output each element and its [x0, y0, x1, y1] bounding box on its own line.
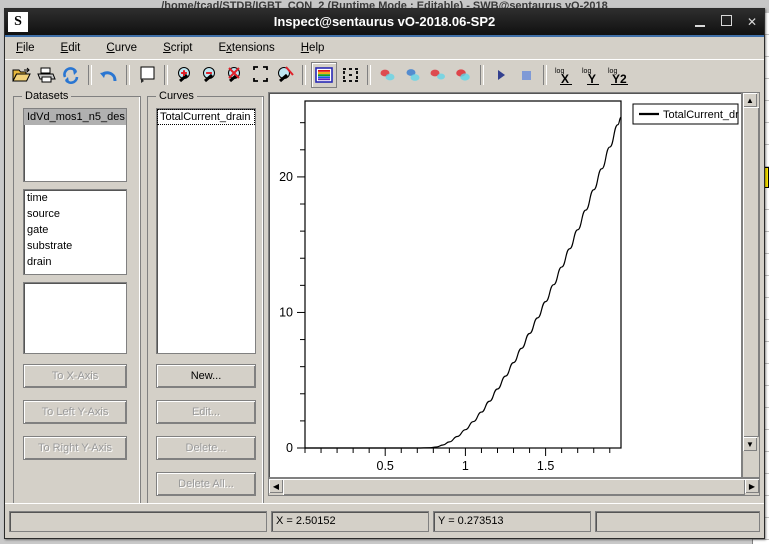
curves-panel-title: Curves	[156, 90, 197, 102]
toolbar-separator	[543, 65, 547, 85]
svg-text:10: 10	[279, 305, 293, 319]
zoom-fit-icon[interactable]	[248, 63, 272, 87]
color-palette-icon[interactable]	[311, 62, 337, 88]
curve-style-3-icon[interactable]	[426, 63, 450, 87]
open-folder-icon[interactable]	[9, 63, 33, 87]
status-extra-cell	[595, 510, 760, 532]
list-item[interactable]: TotalCurrent_drain	[157, 109, 255, 125]
list-item[interactable]: drain	[24, 254, 126, 270]
scroll-right-arrow[interactable]: ▶	[745, 479, 759, 493]
status-y-readout: Y = 0.273513	[433, 510, 591, 532]
refresh-icon[interactable]	[59, 63, 83, 87]
list-item[interactable]: substrate	[24, 238, 126, 254]
scroll-left-arrow[interactable]: ◀	[269, 479, 283, 493]
play-icon[interactable]	[489, 63, 513, 87]
delete-all-curves-button[interactable]: Delete All...	[156, 472, 256, 496]
curve-style-2-icon[interactable]	[401, 63, 425, 87]
undo-arrow-icon[interactable]	[97, 63, 121, 87]
datasets-variable-list[interactable]: time source gate substrate drain	[23, 189, 127, 275]
delete-curve-button[interactable]: Delete...	[156, 436, 256, 460]
menu-extensions[interactable]: Extensions	[215, 40, 277, 56]
svg-text:0: 0	[286, 441, 293, 455]
plot-horizontal-scrollbar[interactable]: ◀ ▶	[268, 478, 760, 496]
menu-curve[interactable]: Curve	[103, 40, 140, 56]
status-x-readout: X = 2.50152	[271, 510, 429, 532]
svg-text:1.5: 1.5	[537, 459, 554, 473]
svg-text:0.5: 0.5	[377, 459, 394, 473]
vscroll-thumb[interactable]	[743, 107, 759, 437]
svg-text:Y2: Y2	[612, 72, 627, 86]
background-row	[753, 540, 769, 544]
log-y-icon[interactable]: log Y	[579, 63, 605, 87]
select-rectangle-icon[interactable]	[135, 63, 159, 87]
maximize-icon[interactable]	[720, 15, 732, 29]
to-left-y-axis-button[interactable]: To Left Y-Axis	[23, 400, 127, 424]
scroll-up-arrow[interactable]: ▲	[743, 93, 757, 107]
svg-text:20: 20	[279, 170, 293, 184]
datasets-panel: Datasets IdVd_mos1_n5_des time source ga…	[13, 90, 141, 508]
statusbar: X = 2.50152 Y = 0.273513	[5, 503, 764, 538]
svg-text:X: X	[561, 72, 569, 86]
curve-style-1-icon[interactable]	[376, 63, 400, 87]
list-item[interactable]: gate	[24, 222, 126, 238]
grid-toggle-icon[interactable]	[338, 63, 362, 87]
to-right-y-axis-button[interactable]: To Right Y-Axis	[23, 436, 127, 460]
curves-list[interactable]: TotalCurrent_drain	[156, 108, 256, 354]
log-x-icon[interactable]: log X	[552, 63, 578, 87]
toolbar: log X log Y log Y2	[5, 59, 764, 91]
stipple-icon[interactable]	[514, 63, 538, 87]
plot-svg: 0.5 1 1.5 0 10 20 TotalCurrent_drain	[279, 100, 741, 473]
plot-canvas[interactable]: 0.5 1 1.5 0 10 20 TotalCurrent_drain	[268, 92, 742, 478]
list-item[interactable]: source	[24, 206, 126, 222]
curve-style-4-icon[interactable]	[451, 63, 475, 87]
svg-text:Y: Y	[588, 72, 596, 86]
toolbar-separator	[164, 65, 168, 85]
scroll-down-arrow[interactable]: ▼	[743, 437, 757, 451]
zoom-out-icon[interactable]	[198, 63, 222, 87]
main-content: Datasets IdVd_mos1_n5_des time source ga…	[5, 88, 764, 508]
toolbar-separator	[367, 65, 371, 85]
close-icon[interactable]: ✕	[746, 15, 758, 29]
hscroll-thumb[interactable]	[283, 479, 745, 495]
menu-script[interactable]: Script	[160, 40, 195, 56]
svg-text:1: 1	[462, 459, 469, 473]
toolbar-separator	[126, 65, 130, 85]
log-y2-icon[interactable]: log Y2	[606, 63, 636, 87]
zoom-area-icon[interactable]	[273, 63, 297, 87]
app-root: /home/tcad/STDB/IGBT_CON_2 (Runtime Mode…	[0, 0, 769, 544]
datasets-panel-title: Datasets	[22, 90, 72, 102]
inspect-window: S Inspect@sentaurus vO-2018.06-SP2 ✕ Fil…	[4, 8, 765, 539]
list-item[interactable]: IdVd_mos1_n5_des	[24, 109, 126, 125]
zoom-in-icon[interactable]	[173, 63, 197, 87]
status-left-cell	[9, 510, 267, 532]
minimize-icon[interactable]	[694, 15, 706, 29]
plot-vertical-scrollbar[interactable]: ▲ ▼	[742, 92, 760, 478]
window-controls: ✕	[694, 9, 758, 35]
menu-file[interactable]: File	[13, 40, 38, 56]
new-curve-button[interactable]: New...	[156, 364, 256, 388]
menubar: File Edit Curve Script Extensions Help	[5, 37, 764, 59]
edit-curve-button[interactable]: Edit...	[156, 400, 256, 424]
window-title: Inspect@sentaurus vO-2018.06-SP2	[273, 14, 496, 29]
window-titlebar[interactable]: S Inspect@sentaurus vO-2018.06-SP2 ✕	[5, 9, 764, 37]
datasets-file-list[interactable]: IdVd_mos1_n5_des	[23, 108, 127, 182]
zoom-reset-icon[interactable]	[223, 63, 247, 87]
curves-panel: Curves TotalCurrent_drain New... Edit...…	[147, 90, 264, 508]
toolbar-separator	[302, 65, 306, 85]
toolbar-separator	[88, 65, 92, 85]
to-x-axis-button[interactable]: To X-Axis	[23, 364, 127, 388]
menu-help[interactable]: Help	[298, 40, 328, 56]
menu-edit[interactable]: Edit	[58, 40, 84, 56]
svg-text:TotalCurrent_drain: TotalCurrent_drain	[663, 109, 739, 121]
list-item[interactable]: time	[24, 190, 126, 206]
toolbar-separator	[480, 65, 484, 85]
print-icon[interactable]	[34, 63, 58, 87]
datasets-third-list[interactable]	[23, 282, 127, 354]
